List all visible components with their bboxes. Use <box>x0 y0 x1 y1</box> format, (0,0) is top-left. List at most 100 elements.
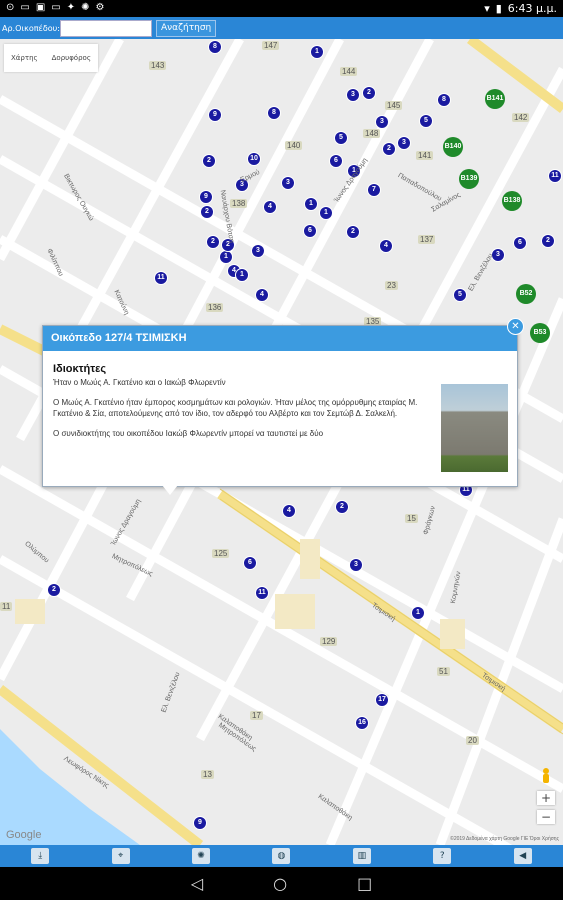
nav-recents-icon[interactable]: □ <box>357 874 372 893</box>
street-view-pegman[interactable] <box>537 767 555 785</box>
plot-marker[interactable]: 2 <box>201 206 213 218</box>
plot-marker[interactable]: 3 <box>376 116 388 128</box>
tab-map[interactable]: Χάρτης <box>4 44 45 72</box>
plot-marker[interactable]: 4 <box>380 240 392 252</box>
plot-number-label: 125 <box>212 549 230 558</box>
plot-number-label: 144 <box>340 67 358 76</box>
plot-marker[interactable]: 11 <box>256 587 268 599</box>
battery-icon: ▮ <box>495 2 502 15</box>
plot-marker[interactable]: 6 <box>330 155 342 167</box>
plot-marker[interactable]: 2 <box>48 584 60 596</box>
plot-marker[interactable]: 5 <box>420 115 432 127</box>
nav-back-icon[interactable]: ◁ <box>191 874 203 893</box>
search-button[interactable]: Αναζήτηση <box>156 19 217 37</box>
plot-marker[interactable]: 6 <box>514 237 526 249</box>
plot-marker[interactable]: 2 <box>203 155 215 167</box>
green-plot-marker[interactable]: B139 <box>459 169 479 189</box>
plot-number-label: 142 <box>512 113 530 122</box>
plot-marker[interactable]: 4 <box>256 289 268 301</box>
globe-icon[interactable]: ◍ <box>272 848 291 864</box>
plot-marker[interactable]: 9 <box>200 191 212 203</box>
help-icon[interactable]: ? <box>433 848 452 864</box>
plot-number-label: 148 <box>363 129 381 138</box>
plot-number-label: 143 <box>149 61 167 70</box>
back-icon[interactable]: ◀ <box>513 848 532 864</box>
plot-marker[interactable]: 8 <box>209 41 221 53</box>
green-plot-marker[interactable]: B52 <box>516 284 536 304</box>
plot-number-label: 15 <box>405 514 418 523</box>
close-icon[interactable]: ✕ <box>507 318 524 335</box>
green-plot-marker[interactable]: B140 <box>443 137 463 157</box>
bottom-toolbar: ⤓ ⌖ ✺ ◍ ▥ ? ◀ <box>0 845 563 867</box>
zoom-out-button[interactable]: − <box>537 810 555 824</box>
plot-number-label: 20 <box>466 736 479 745</box>
map-view[interactable]: Χάρτης Δορυφόρος 8 1 9 8 8 10 2 11 9 3 3 4 2 1 1 6 3 2 3 5 1… <box>0 39 563 845</box>
plot-marker[interactable]: 3 <box>252 245 264 257</box>
popup-heading: Ιδιοκτήτες <box>53 363 107 375</box>
clock: 6:43 μ.μ. <box>507 2 557 15</box>
plot-number-label: 23 <box>385 281 398 290</box>
plot-marker[interactable]: 5 <box>454 289 466 301</box>
popup-pointer <box>162 485 178 495</box>
plot-marker[interactable]: 4 <box>264 201 276 213</box>
plot-number-label: 137 <box>418 235 436 244</box>
google-logo: Google <box>6 829 42 841</box>
plot-marker[interactable]: 3 <box>282 177 294 189</box>
popup-owners-line: Ήταν ο Μωύς Α. Γκατένιο και ο Ιακώβ Φλωρ… <box>53 378 226 387</box>
book-icon[interactable]: ▥ <box>352 848 371 864</box>
popup-title: Οικόπεδο 127/4 ΤΣΙΜΙΣΚΗ <box>43 326 517 351</box>
plot-number-label: 17 <box>250 711 263 720</box>
plot-marker[interactable]: 2 <box>336 501 348 513</box>
plot-number-label: 129 <box>320 637 338 646</box>
plot-marker[interactable]: 1 <box>305 198 317 210</box>
plot-marker[interactable]: 1 <box>220 251 232 263</box>
plot-marker[interactable]: 8 <box>438 94 450 106</box>
plot-marker[interactable]: 7 <box>368 184 380 196</box>
plot-marker[interactable]: 1 <box>236 269 248 281</box>
download-icon[interactable]: ⤓ <box>31 848 50 864</box>
bulb-icon[interactable]: ✺ <box>192 848 211 864</box>
green-plot-marker[interactable]: B138 <box>502 191 522 211</box>
android-nav-bar: ◁ ○ □ <box>0 867 563 900</box>
plot-number-label: 141 <box>416 151 434 160</box>
plot-marker[interactable]: 1 <box>412 607 424 619</box>
nav-home-icon[interactable]: ○ <box>273 874 287 893</box>
plot-marker[interactable]: 9 <box>209 109 221 121</box>
green-plot-marker[interactable]: B141 <box>485 89 505 109</box>
search-toolbar: Αρ.Οικοπέδου: Αναζήτηση <box>0 17 563 39</box>
zoom-in-button[interactable]: + <box>537 791 555 805</box>
popup-paragraph-1: Ο Μωύς Α. Γκατένιο ήταν έμπορος κοσμημάτ… <box>53 398 418 418</box>
status-bar: ⊙▭▣▭✦✺⚙ ▾ ▮ 6:43 μ.μ. <box>0 0 563 17</box>
plot-marker[interactable]: 2 <box>363 87 375 99</box>
plot-marker[interactable]: 3 <box>350 559 362 571</box>
plot-marker[interactable]: 1 <box>320 207 332 219</box>
plot-marker[interactable]: 5 <box>335 132 347 144</box>
plot-marker[interactable]: 9 <box>194 817 206 829</box>
popup-paragraph-2: Ο συνιδιοκτήτης του οικοπέδου Ιακώβ Φλωρ… <box>53 429 324 438</box>
plot-marker[interactable]: 16 <box>356 717 368 729</box>
plot-marker[interactable]: 6 <box>244 557 256 569</box>
plot-marker[interactable]: 3 <box>347 89 359 101</box>
plot-number-input[interactable] <box>60 19 152 37</box>
building-photo[interactable] <box>441 384 508 472</box>
plot-marker[interactable]: 17 <box>376 694 388 706</box>
plot-marker[interactable]: 1 <box>311 46 323 58</box>
plot-marker[interactable]: 2 <box>542 235 554 247</box>
plot-marker[interactable]: 2 <box>207 236 219 248</box>
green-plot-marker[interactable]: B53 <box>530 323 550 343</box>
plot-marker[interactable]: 2 <box>347 226 359 238</box>
tab-satellite[interactable]: Δορυφόρος <box>45 44 98 72</box>
plot-marker[interactable]: 10 <box>248 153 260 165</box>
plot-marker[interactable]: 11 <box>155 272 167 284</box>
plot-number-label: 145 <box>385 101 403 110</box>
plot-marker[interactable]: 6 <box>304 225 316 237</box>
plot-marker[interactable]: 4 <box>283 505 295 517</box>
plot-number-label: 13 <box>201 770 214 779</box>
map-type-tabs: Χάρτης Δορυφόρος <box>4 44 98 72</box>
plot-marker[interactable]: 8 <box>268 107 280 119</box>
plot-marker[interactable]: 11 <box>549 170 561 182</box>
plot-marker[interactable]: 2 <box>383 143 395 155</box>
plot-number-label: Αρ.Οικοπέδου: <box>2 23 60 33</box>
map-pin-icon[interactable]: ⌖ <box>111 848 130 864</box>
plot-marker[interactable]: 3 <box>398 137 410 149</box>
